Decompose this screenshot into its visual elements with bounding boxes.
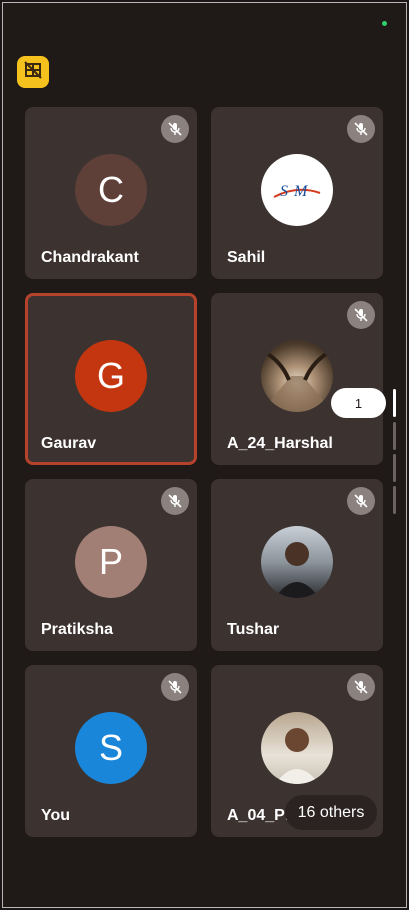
participant-tile-self[interactable]: S You — [25, 665, 197, 837]
participant-tile[interactable]: A_24_Harshal — [211, 293, 383, 465]
tree-tunnel-photo-icon — [261, 347, 333, 412]
participant-name: A_24_Harshal — [227, 435, 333, 452]
participant-name: You — [41, 807, 71, 824]
scroll-indicator-segment[interactable] — [393, 454, 396, 482]
participant-name: Gaurav — [41, 435, 97, 452]
avatar-photo — [261, 711, 333, 784]
participant-tile[interactable]: S M Sahil — [211, 107, 383, 279]
avatar-initial: P — [98, 540, 123, 582]
mic-off-icon — [161, 673, 189, 701]
mic-off-icon — [161, 115, 189, 143]
avatar: G — [75, 339, 147, 412]
avatar-initial: S — [98, 726, 123, 768]
others-button[interactable]: 16 others — [285, 795, 377, 830]
participant-name: Tushar — [227, 621, 280, 638]
mic-off-icon — [347, 115, 375, 143]
avatar: P — [75, 525, 147, 598]
avatar-initial: C — [98, 168, 124, 210]
scroll-indicator-segment[interactable] — [393, 422, 396, 450]
avatar-photo — [261, 339, 333, 412]
mic-off-icon — [347, 301, 375, 329]
sm-logo-icon: S M — [273, 183, 321, 200]
page-indicator-badge: 1 — [331, 388, 386, 418]
mic-off-icon — [161, 487, 189, 515]
svg-text:S: S — [280, 183, 288, 200]
participant-tile[interactable]: Tushar — [211, 479, 383, 651]
person-photo-icon — [275, 727, 319, 784]
avatar-initial: G — [96, 354, 125, 396]
scroll-indicator-segment[interactable] — [393, 486, 396, 514]
participant-tile-speaking[interactable]: G Gaurav — [25, 293, 197, 465]
person-photo-icon — [275, 541, 319, 598]
participant-name: Chandrakant — [41, 249, 139, 266]
avatar: C — [75, 153, 147, 226]
camera-indicator-dot — [382, 21, 387, 26]
participant-name: Sahil — [227, 249, 266, 266]
svg-text:M: M — [293, 183, 309, 200]
participant-name: Pratiksha — [41, 621, 114, 638]
layout-icon — [24, 60, 42, 84]
participant-tile[interactable]: C Chandrakant — [25, 107, 197, 279]
change-layout-button[interactable] — [17, 56, 49, 88]
participant-tile[interactable]: P Pratiksha — [25, 479, 197, 651]
scroll-indicator-active[interactable] — [393, 389, 396, 417]
avatar-logo: S M — [261, 153, 333, 226]
mic-off-icon — [347, 673, 375, 701]
avatar: S — [75, 711, 147, 784]
avatar-photo — [261, 525, 333, 598]
mic-off-icon — [347, 487, 375, 515]
